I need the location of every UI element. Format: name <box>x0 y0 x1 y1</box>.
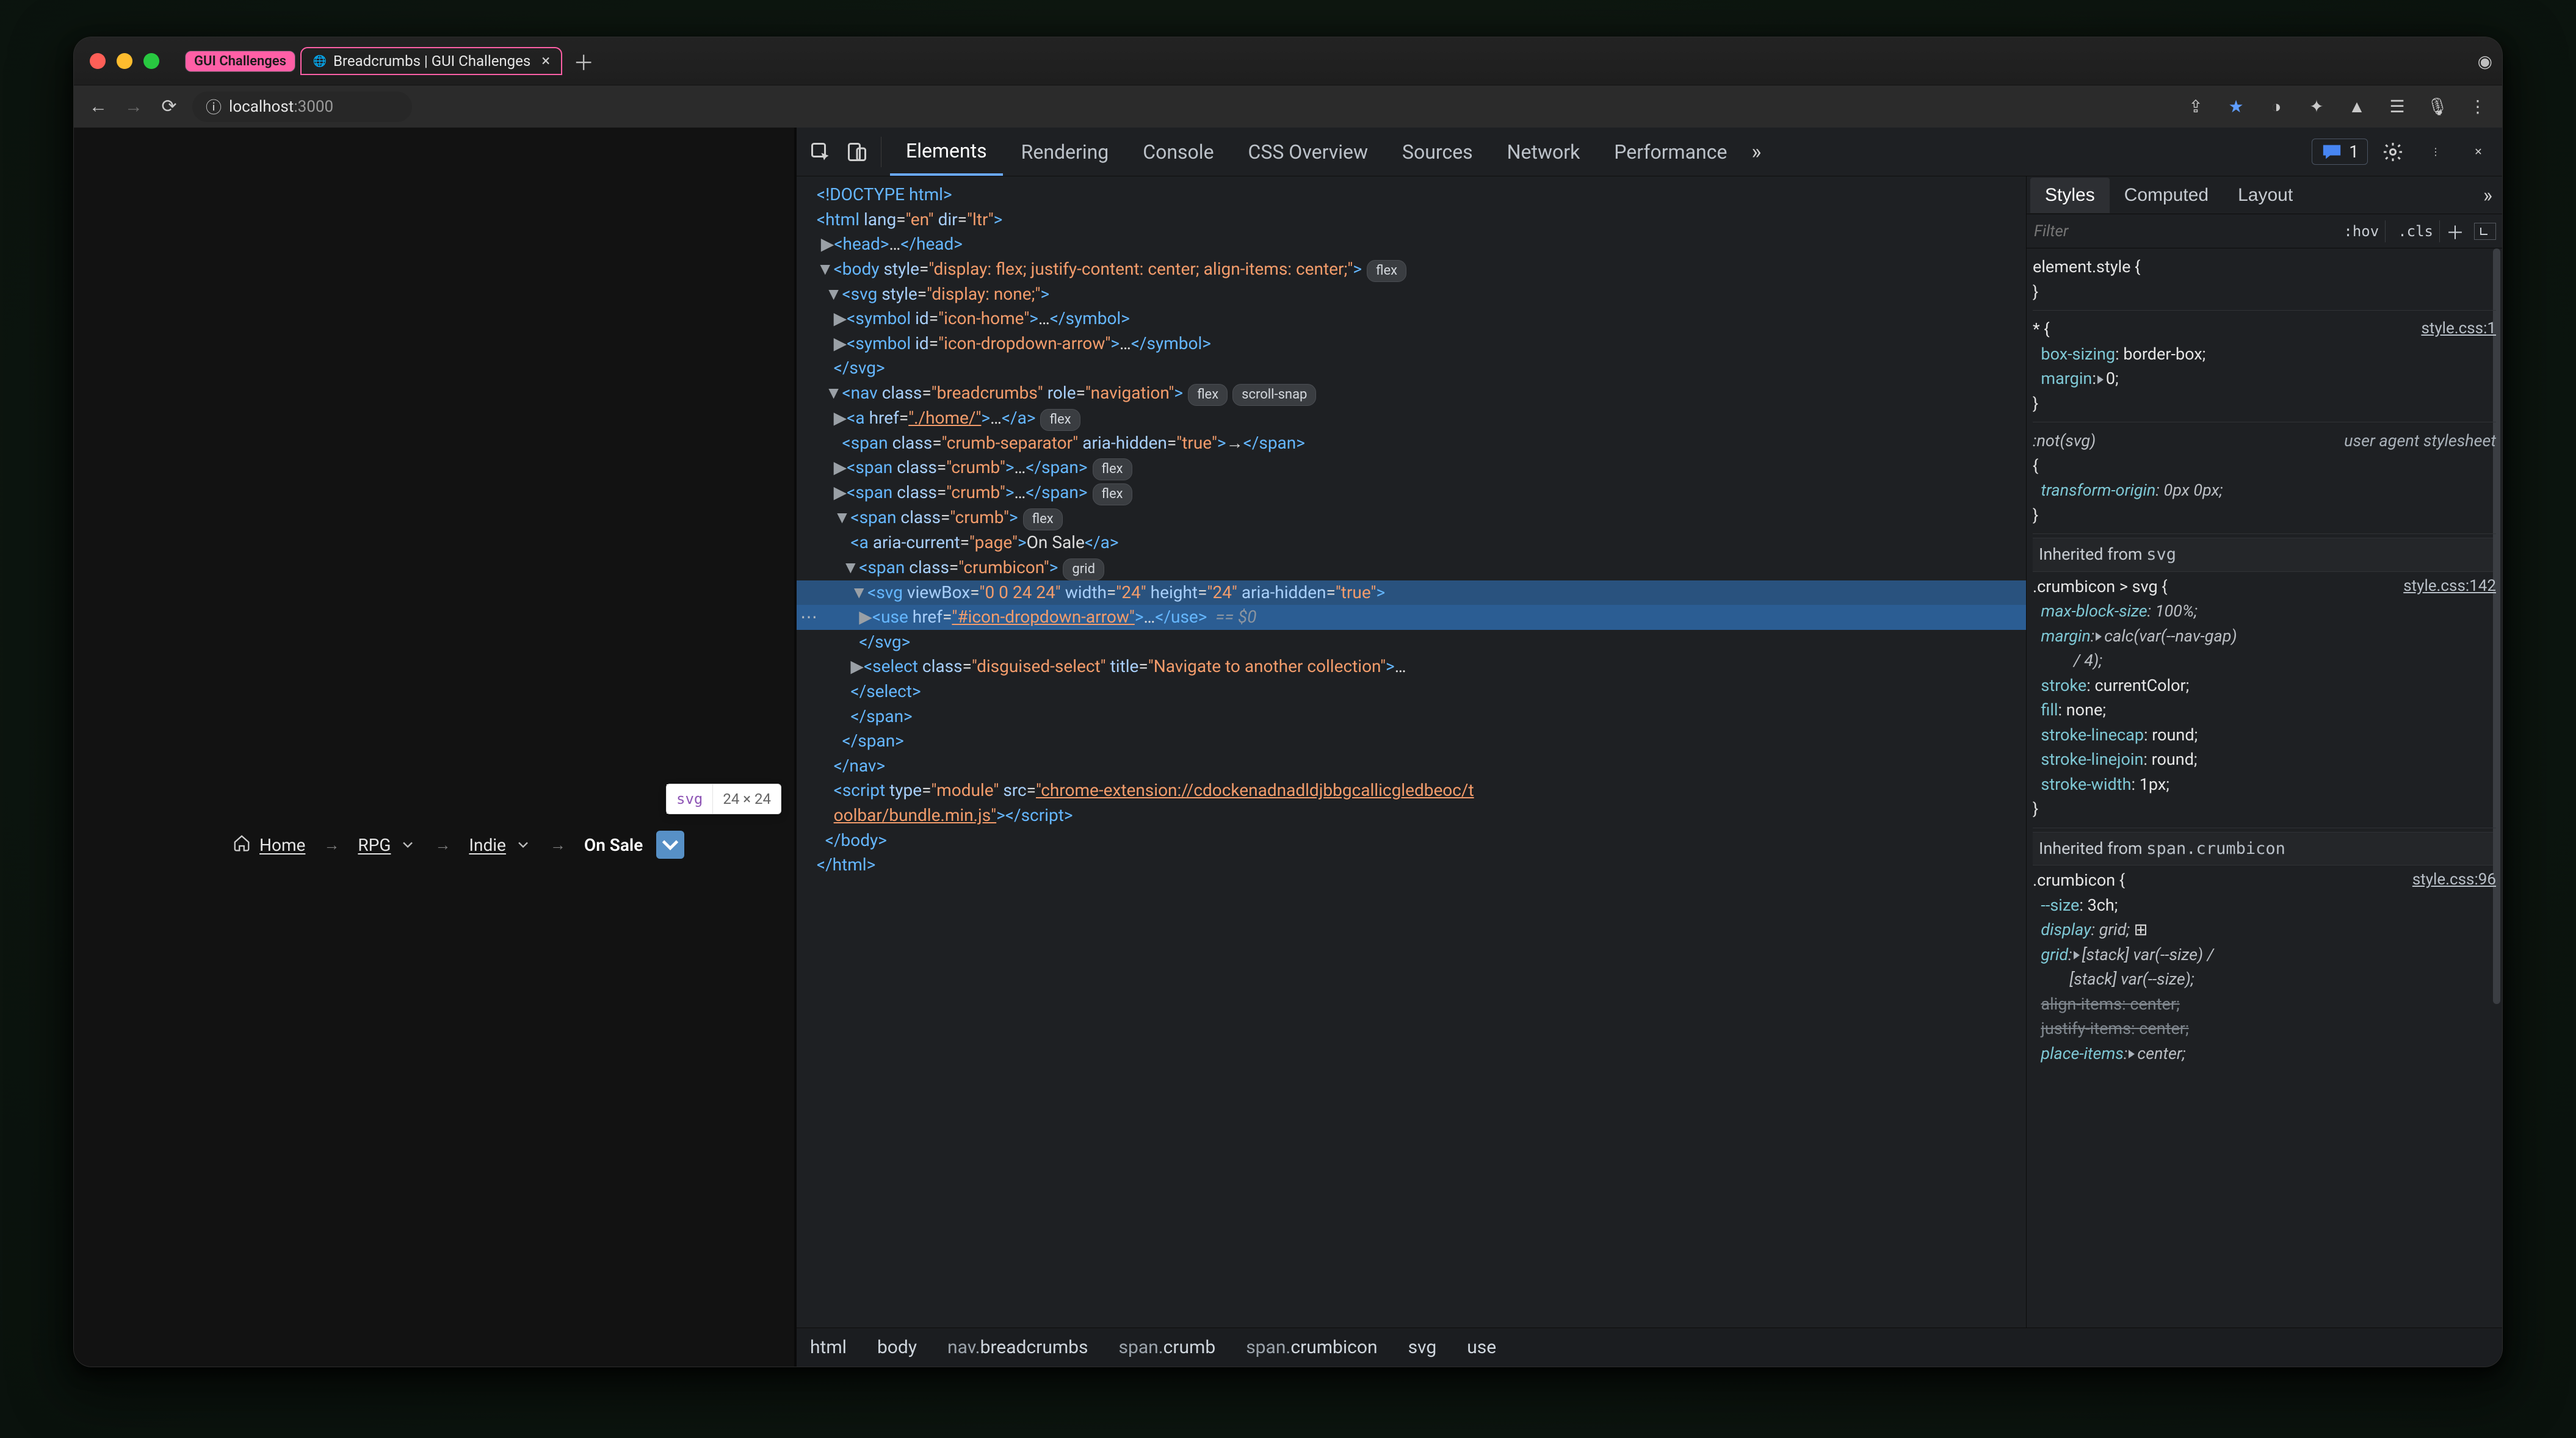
tab-gui-challenges[interactable]: GUI Challenges <box>185 51 295 72</box>
toolbar-right: ⇪ ★ ◑ ✦ ▲ ☰ 🎙 ⋮ <box>2183 95 2490 119</box>
issues-icon <box>2321 142 2343 162</box>
new-tab-button[interactable]: ＋ <box>567 46 600 76</box>
issues-badge[interactable]: 1 <box>2312 139 2368 165</box>
crumb-on-sale[interactable]: On Sale <box>584 831 684 859</box>
separator-icon: → <box>324 836 339 854</box>
styles-tabs: Styles Computed Layout » <box>2027 176 2502 214</box>
fullscreen-window-button[interactable] <box>143 53 159 69</box>
styles-filter-bar: :hov .cls ＋ <box>2027 214 2502 248</box>
browser-window: GUI Challenges 🌐 Breadcrumbs | GUI Chall… <box>73 37 2503 1367</box>
styles-rules[interactable]: element.style {} style.css:1 * { box-siz… <box>2027 248 2502 1328</box>
tooltip-element-name: svg <box>667 784 712 814</box>
tab-network[interactable]: Network <box>1491 129 1596 175</box>
styles-tab-styles[interactable]: Styles <box>2030 178 2110 213</box>
issues-count: 1 <box>2349 142 2359 162</box>
extension-person-icon[interactable]: ▲ <box>2345 95 2369 119</box>
inherited-from-svg: Inherited from svg <box>2033 538 2496 572</box>
home-icon <box>233 834 251 856</box>
computed-toggle-icon[interactable] <box>2474 223 2496 240</box>
path-segment[interactable]: nav.breadcrumbs <box>947 1337 1088 1358</box>
path-segment[interactable]: span.crumb <box>1119 1337 1216 1358</box>
styles-filter-input[interactable] <box>2033 222 2331 241</box>
devtools-menu-icon[interactable]: ⋮ <box>2420 137 2451 167</box>
crumb-label: RPG <box>358 835 391 855</box>
inherited-from-crumbicon: Inherited from span.crumbicon <box>2033 832 2496 866</box>
styles-pane: Styles Computed Layout » :hov .cls ＋ <box>2026 176 2502 1328</box>
back-button[interactable]: ← <box>86 95 110 119</box>
reload-button[interactable]: ⟳ <box>157 95 181 119</box>
dom-path-bar[interactable]: html body nav.breadcrumbs span.crumb spa… <box>797 1328 2502 1367</box>
tab-label: GUI Challenges <box>194 54 286 69</box>
path-segment[interactable]: use <box>1467 1337 1496 1358</box>
separator-icon: → <box>550 836 566 854</box>
devtools: Elements Rendering Console CSS Overview … <box>794 128 2502 1367</box>
crumb-label: Indie <box>469 835 506 855</box>
new-rule-icon[interactable]: ＋ <box>2446 218 2464 245</box>
tab-sources[interactable]: Sources <box>1386 129 1489 175</box>
chevron-down-icon-highlighted[interactable] <box>656 831 684 859</box>
account-icon[interactable]: ◉ <box>2478 51 2492 71</box>
crumb-rpg[interactable]: RPG <box>358 835 416 855</box>
close-tab-icon[interactable]: × <box>541 52 550 70</box>
path-segment[interactable]: span.crumbicon <box>1246 1337 1377 1358</box>
dom-breadcrumb-dots-icon[interactable]: ⋯ <box>797 605 817 630</box>
tab-performance[interactable]: Performance <box>1598 129 1743 175</box>
tab-rendering[interactable]: Rendering <box>1005 129 1125 175</box>
path-segment[interactable]: svg <box>1408 1337 1437 1358</box>
inspect-element-icon[interactable] <box>805 137 836 167</box>
styles-tabs-overflow-icon[interactable]: » <box>2477 184 2498 207</box>
path-segment[interactable]: html <box>810 1337 847 1358</box>
crumb-home[interactable]: Home <box>233 834 305 856</box>
source-link[interactable]: style.css:1 <box>2421 317 2496 341</box>
styles-tab-computed[interactable]: Computed <box>2110 178 2223 213</box>
titlebar: GUI Challenges 🌐 Breadcrumbs | GUI Chall… <box>74 37 2502 85</box>
source-link[interactable]: style.css:142 <box>2403 574 2496 598</box>
cls-toggle[interactable]: .cls <box>2392 220 2440 242</box>
tab-css-overview[interactable]: CSS Overview <box>1232 129 1384 175</box>
source-link[interactable]: style.css:96 <box>2412 868 2496 892</box>
minimize-window-button[interactable] <box>117 53 132 69</box>
extension-mic-icon[interactable]: 🎙 <box>2425 95 2450 119</box>
tabs-overflow-icon[interactable]: » <box>1745 140 1767 164</box>
tab-console[interactable]: Console <box>1127 129 1229 175</box>
viewport: svg 24 × 24 Home → RPG → Indie <box>74 128 2502 1367</box>
close-window-button[interactable] <box>90 53 106 69</box>
tab-breadcrumbs[interactable]: 🌐 Breadcrumbs | GUI Challenges × <box>300 47 562 75</box>
url: localhost:3000 <box>229 98 333 116</box>
extension-visbug-icon[interactable]: ◑ <box>2264 95 2288 119</box>
chrome-menu-icon[interactable]: ⋮ <box>2466 95 2490 119</box>
dom-tree[interactable]: <!DOCTYPE html> <html lang="en" dir="ltr… <box>797 176 2026 1328</box>
close-devtools-icon[interactable]: ✕ <box>2463 137 2494 167</box>
address-bar[interactable]: ⓘ localhost:3000 <box>192 92 412 122</box>
reading-list-icon[interactable]: ☰ <box>2385 95 2409 119</box>
crumb-label: Home <box>259 835 305 855</box>
devtools-tabbar: Elements Rendering Console CSS Overview … <box>797 128 2502 176</box>
tab-elements[interactable]: Elements <box>890 128 1003 176</box>
separator-icon: → <box>435 836 450 854</box>
tooltip-dimensions: 24 × 24 <box>712 784 781 814</box>
toolbar: ← → ⟳ ⓘ localhost:3000 ⇪ ★ ◑ ✦ ▲ ☰ 🎙 ⋮ <box>74 85 2502 128</box>
chrome-tabs: GUI Challenges 🌐 Breadcrumbs | GUI Chall… <box>180 46 600 76</box>
inspect-tooltip: svg 24 × 24 <box>666 784 781 814</box>
settings-gear-icon[interactable] <box>2378 137 2408 167</box>
styles-tab-layout[interactable]: Layout <box>2223 178 2307 213</box>
tab-label: Breadcrumbs | GUI Challenges <box>333 52 530 70</box>
hov-toggle[interactable]: :hov <box>2337 220 2386 242</box>
crumb-indie[interactable]: Indie <box>469 835 532 855</box>
crumb-label: On Sale <box>584 835 643 855</box>
traffic-lights <box>84 53 165 69</box>
bookmark-star-icon[interactable]: ★ <box>2224 95 2248 119</box>
favicon-globe-icon: 🌐 <box>313 54 327 68</box>
share-icon[interactable]: ⇪ <box>2183 95 2208 119</box>
rendered-page: svg 24 × 24 Home → RPG → Indie <box>74 128 794 1367</box>
forward-button[interactable]: → <box>121 95 146 119</box>
site-info-icon[interactable]: ⓘ <box>206 95 222 118</box>
breadcrumbs: Home → RPG → Indie → On Sale <box>233 831 684 859</box>
chevron-down-icon[interactable] <box>399 836 416 853</box>
device-toggle-icon[interactable] <box>842 137 872 167</box>
extensions-puzzle-icon[interactable]: ✦ <box>2304 95 2329 119</box>
path-segment[interactable]: body <box>877 1337 917 1358</box>
chevron-down-icon[interactable] <box>515 836 532 853</box>
